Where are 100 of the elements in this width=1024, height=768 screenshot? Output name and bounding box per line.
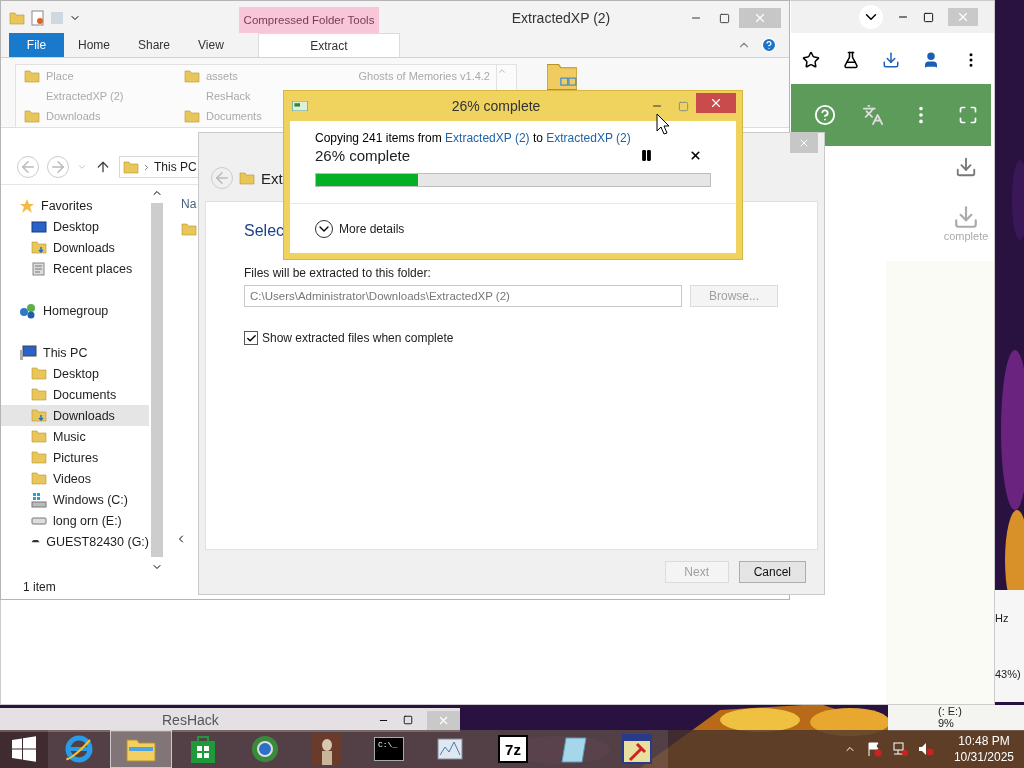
nav-item[interactable]: Documents bbox=[1, 384, 149, 405]
zip-folder-icon bbox=[239, 171, 255, 185]
translate-icon[interactable] bbox=[862, 104, 884, 126]
folder-icon bbox=[31, 451, 47, 464]
hammer-window-icon bbox=[622, 734, 652, 764]
folder-icon bbox=[123, 160, 139, 174]
globe-icon bbox=[250, 734, 280, 764]
field-label: Files will be extracted to this folder: bbox=[244, 266, 431, 280]
window-title: ResHack bbox=[162, 712, 219, 728]
download-status: complete bbox=[943, 230, 989, 242]
nav-item[interactable]: Windows (C:) bbox=[1, 489, 149, 510]
speaker-muted-icon[interactable] bbox=[917, 741, 934, 757]
maximize-icon[interactable] bbox=[403, 715, 413, 725]
folder-icon bbox=[9, 11, 25, 25]
nav-item[interactable]: GUEST82430 (G:) bbox=[1, 531, 149, 552]
photo-thumbnail-icon bbox=[312, 733, 342, 765]
close-button[interactable] bbox=[696, 93, 736, 113]
folder-icon bbox=[184, 109, 200, 123]
maximize-icon bbox=[718, 12, 730, 24]
zip-folder-icon[interactable] bbox=[547, 64, 577, 90]
nav-item[interactable]: Downloads bbox=[1, 405, 149, 426]
flask-icon[interactable] bbox=[842, 51, 860, 69]
star-icon bbox=[19, 197, 35, 214]
downloads-folder-icon bbox=[31, 409, 47, 422]
maximize-icon bbox=[677, 100, 689, 112]
dialog-button[interactable]: Cancel bbox=[738, 561, 806, 583]
close-icon bbox=[798, 137, 810, 149]
ribbon-tab[interactable]: Share bbox=[124, 33, 185, 57]
desktop-icon bbox=[31, 220, 47, 233]
ribbon-tab[interactable]: View bbox=[184, 33, 238, 57]
taskbar-button[interactable] bbox=[606, 730, 668, 768]
removable-drive-icon bbox=[31, 539, 41, 544]
download-icon[interactable] bbox=[882, 51, 900, 69]
wizard-title: Ext bbox=[261, 169, 283, 187]
up-button[interactable] bbox=[95, 159, 111, 175]
folder-icon bbox=[24, 109, 40, 123]
clock[interactable]: 10:48 PM 10/31/2025 bbox=[953, 733, 1014, 765]
nav-item[interactable]: Recent places bbox=[1, 258, 149, 279]
recent-places-icon bbox=[31, 260, 47, 277]
profile-icon[interactable] bbox=[922, 51, 940, 69]
more-details-link[interactable]: More details bbox=[339, 221, 405, 236]
nav-item[interactable]: Homegroup bbox=[1, 300, 149, 321]
copy-message: Copying 241 items from ExtractedXP (2) to ExtractedXP (2) bbox=[315, 131, 631, 145]
help-icon[interactable] bbox=[761, 37, 777, 53]
properties-icon[interactable] bbox=[31, 10, 45, 26]
download-icon[interactable] bbox=[955, 156, 977, 178]
nav-item[interactable]: Desktop bbox=[1, 216, 149, 237]
drive-icon bbox=[31, 516, 47, 525]
copy-icon bbox=[292, 101, 308, 111]
window-title: ExtractedXP (2) bbox=[511, 10, 611, 26]
scrollbar-thumb[interactable] bbox=[151, 203, 163, 557]
nav-item[interactable]: This PC bbox=[1, 342, 149, 363]
nav-item[interactable]: Favorites bbox=[1, 195, 149, 216]
notepad-icon bbox=[560, 734, 590, 764]
fullscreen-icon[interactable] bbox=[958, 105, 978, 125]
ribbon-tab[interactable]: Extract bbox=[257, 33, 400, 57]
ribbon-tab[interactable]: Home bbox=[64, 33, 124, 57]
taskbar-button[interactable] bbox=[172, 730, 234, 768]
folder-icon bbox=[31, 388, 47, 401]
cancel-icon[interactable] bbox=[689, 149, 702, 162]
computer-icon bbox=[19, 344, 37, 361]
drive-percent: 9% bbox=[938, 717, 954, 729]
flag-alert-icon[interactable] bbox=[865, 741, 882, 757]
folder-icon bbox=[31, 472, 47, 485]
chevron-down-icon[interactable] bbox=[859, 5, 883, 29]
nav-item[interactable]: Music bbox=[1, 426, 149, 447]
windows-logo-icon bbox=[11, 736, 37, 762]
nav-item[interactable]: Pictures bbox=[1, 447, 149, 468]
homegroup-icon bbox=[19, 302, 37, 319]
contextual-tab-label: Compressed Folder Tools bbox=[243, 14, 375, 26]
nav-item[interactable]: long orn (E:) bbox=[1, 510, 149, 531]
nav-item[interactable]: Desktop bbox=[1, 363, 149, 384]
ribbon-tab[interactable]: File bbox=[9, 33, 64, 57]
maximize-icon[interactable] bbox=[923, 11, 934, 23]
folder-icon bbox=[31, 367, 47, 380]
path-field[interactable]: C:\Users\Administrator\Downloads\ExtractedXP (2) bbox=[244, 285, 682, 307]
checkbox[interactable] bbox=[244, 331, 258, 345]
progress-text: 26% complete bbox=[315, 147, 411, 164]
wizard-heading: Selec bbox=[244, 222, 285, 240]
folder-icon bbox=[24, 69, 40, 83]
browser-e-icon bbox=[64, 734, 94, 764]
downloads-folder-icon bbox=[31, 241, 47, 254]
bookmark-star-icon[interactable] bbox=[802, 51, 820, 69]
destination-link[interactable]: ExtractedXP (2) bbox=[546, 131, 631, 145]
taskbar-button[interactable]: C:\_ bbox=[358, 730, 420, 768]
checkbox-label: Show extracted files when complete bbox=[262, 331, 454, 345]
store-bag-icon bbox=[189, 734, 217, 764]
close-icon bbox=[709, 96, 723, 110]
column-header[interactable]: Na bbox=[181, 197, 197, 211]
panel-text: 43%) bbox=[995, 668, 1021, 680]
pause-icon[interactable] bbox=[640, 149, 653, 162]
nav-item[interactable]: Downloads bbox=[1, 237, 149, 258]
taskbar-button[interactable]: 7z bbox=[482, 730, 544, 768]
network-icon[interactable] bbox=[891, 741, 908, 757]
help-icon[interactable] bbox=[814, 104, 836, 126]
system-drive-icon bbox=[31, 491, 47, 508]
address-bar[interactable]: This PC bbox=[119, 156, 199, 178]
nav-item[interactable]: Videos bbox=[1, 468, 149, 489]
status-text: 1 item bbox=[23, 580, 56, 594]
source-link[interactable]: ExtractedXP (2) bbox=[445, 131, 530, 145]
